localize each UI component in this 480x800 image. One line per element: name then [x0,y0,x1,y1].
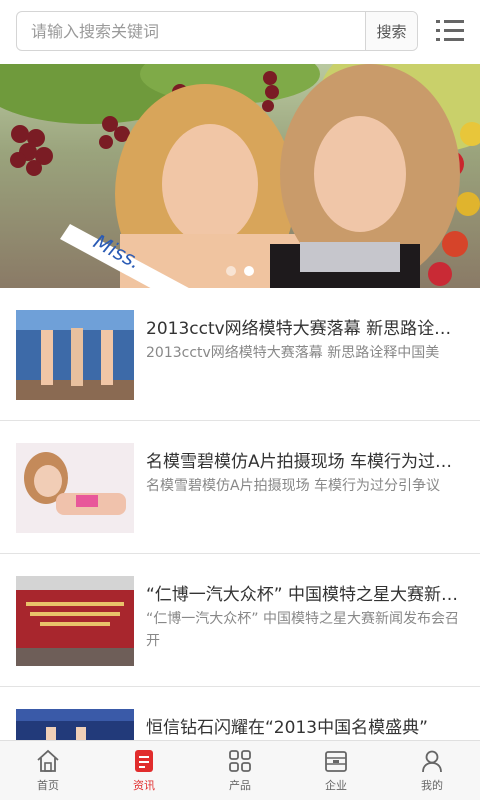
menu-icon[interactable] [436,18,464,44]
news-desc: 2013cctv网络模特大赛落幕 新思路诠释中国美 [146,345,440,361]
news-item[interactable]: “仁博一汽大众杯” 中国模特之星大赛新闻发布会召开 “仁博一汽大众杯” 中国模特… [0,554,480,687]
carousel-dot[interactable] [226,266,236,276]
news-title: 2013cctv网络模特大赛落幕 新思路诠释中国美 [146,319,466,339]
building-icon [325,751,347,772]
search-box: 搜索 [16,11,418,51]
search-input[interactable] [17,12,365,50]
tab-products[interactable]: 产品 [192,741,288,800]
tab-label: 企业 [325,779,347,792]
news-thumbnail [16,310,134,400]
home-icon [37,749,59,772]
tab-label: 产品 [229,779,251,792]
news-desc: “仁博一汽大众杯” 中国模特之星大赛新闻发布会召开 [146,611,459,649]
tab-profile[interactable]: 我的 [384,741,480,800]
news-thumbnail [16,576,134,666]
top-bar: 搜索 [0,0,480,64]
news-thumbnail [16,709,134,740]
carousel-indicators [0,266,480,276]
tab-news[interactable]: 资讯 [96,741,192,800]
banner-carousel[interactable]: Miss. [0,64,480,288]
tab-home[interactable]: 首页 [0,741,96,800]
news-item[interactable]: 名模雪碧模仿A片拍摄现场 车模行为过分引争议 名模雪碧模仿A片拍摄现场 车模行为… [0,421,480,554]
search-button[interactable]: 搜索 [365,12,417,50]
user-icon [422,750,442,773]
news-title: 名模雪碧模仿A片拍摄现场 车模行为过分引争议 [146,452,466,472]
tab-label: 我的 [421,779,443,792]
tab-label: 资讯 [133,779,155,792]
tab-label: 首页 [37,779,59,792]
news-item[interactable]: 恒信钻石闪耀在“2013中国名模盛典” [0,687,480,740]
bottom-tab-bar: 首页 资讯 产品 企业 我的 [0,740,480,800]
banner-image: Miss. [0,64,480,288]
news-list: 2013cctv网络模特大赛落幕 新思路诠释中国美 2013cctv网络模特大赛… [0,288,480,740]
news-icon [135,750,153,772]
carousel-dot-active[interactable] [244,266,254,276]
grid-icon [229,750,251,772]
tab-enterprise[interactable]: 企业 [288,741,384,800]
news-thumbnail [16,443,134,533]
news-item[interactable]: 2013cctv网络模特大赛落幕 新思路诠释中国美 2013cctv网络模特大赛… [0,288,480,421]
news-title: “仁博一汽大众杯” 中国模特之星大赛新闻发布会召开 [146,585,466,605]
news-desc: 名模雪碧模仿A片拍摄现场 车模行为过分引争议 [146,478,441,494]
news-title: 恒信钻石闪耀在“2013中国名模盛典” [146,718,428,738]
